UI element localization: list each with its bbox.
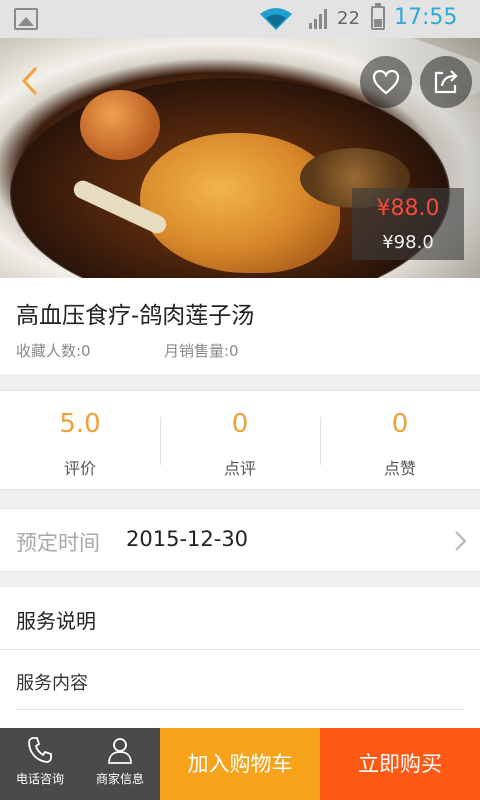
stats-panel: 5.0 评价 0 点评 0 点赞 <box>0 390 480 490</box>
merchant-info-button[interactable]: 商家信息 <box>80 728 160 800</box>
favorites-count: 收藏人数:0 <box>16 342 91 360</box>
status-bar: 22 17:55 <box>0 0 480 38</box>
booking-time-row[interactable]: 预定时间 2015-12-30 <box>0 508 480 572</box>
current-price: ¥88.0 <box>376 196 440 221</box>
monthly-sales: 月销售量:0 <box>164 342 239 360</box>
signal-number: 22 <box>337 8 360 29</box>
service-section: 服务说明 服务内容 <box>0 586 480 728</box>
original-price: ¥98.0 <box>382 232 434 253</box>
stat-label: 评价 <box>63 459 96 478</box>
price-box: ¥88.0 ¥98.0 <box>352 188 464 260</box>
merchant-info-label: 商家信息 <box>95 772 144 786</box>
divider <box>16 709 464 710</box>
stat-label: 点评 <box>223 459 256 478</box>
service-title: 服务说明 <box>16 609 96 633</box>
booking-label: 预定时间 <box>16 531 100 555</box>
chevron-right-icon <box>455 531 467 551</box>
divider <box>0 649 480 650</box>
booking-date: 2015-12-30 <box>126 527 249 551</box>
heart-icon <box>372 69 400 95</box>
service-content-label: 服务内容 <box>16 673 88 694</box>
stat-rating[interactable]: 5.0 评价 <box>0 391 160 491</box>
stat-value: 0 <box>231 409 249 439</box>
chevron-left-icon[interactable] <box>14 64 48 98</box>
signal-icon <box>309 9 327 29</box>
favorite-button[interactable] <box>360 56 412 108</box>
bottom-action-bar: 电话咨询 商家信息 加入购物车 立即购买 <box>0 728 480 800</box>
add-to-cart-button[interactable]: 加入购物车 <box>160 728 320 800</box>
user-icon <box>108 738 132 764</box>
buy-now-button[interactable]: 立即购买 <box>320 728 480 800</box>
phone-consult-button[interactable]: 电话咨询 <box>0 728 80 800</box>
product-info: 高血压食疗-鸽肉莲子汤 收藏人数:0 月销售量:0 <box>0 278 480 374</box>
stat-likes[interactable]: 0 点赞 <box>320 391 480 491</box>
status-time: 17:55 <box>394 5 458 30</box>
battery-icon <box>371 3 385 30</box>
stat-value: 5.0 <box>59 409 101 439</box>
stat-reviews[interactable]: 0 点评 <box>160 391 320 491</box>
phone-icon <box>28 737 52 763</box>
phone-consult-label: 电话咨询 <box>15 772 64 786</box>
stat-label: 点赞 <box>383 459 416 478</box>
wifi-icon <box>260 8 292 30</box>
share-icon <box>434 70 458 94</box>
share-button[interactable] <box>420 56 472 108</box>
gallery-notification-icon <box>14 8 38 30</box>
stat-value: 0 <box>391 409 409 439</box>
product-title: 高血压食疗-鸽肉莲子汤 <box>16 303 255 329</box>
